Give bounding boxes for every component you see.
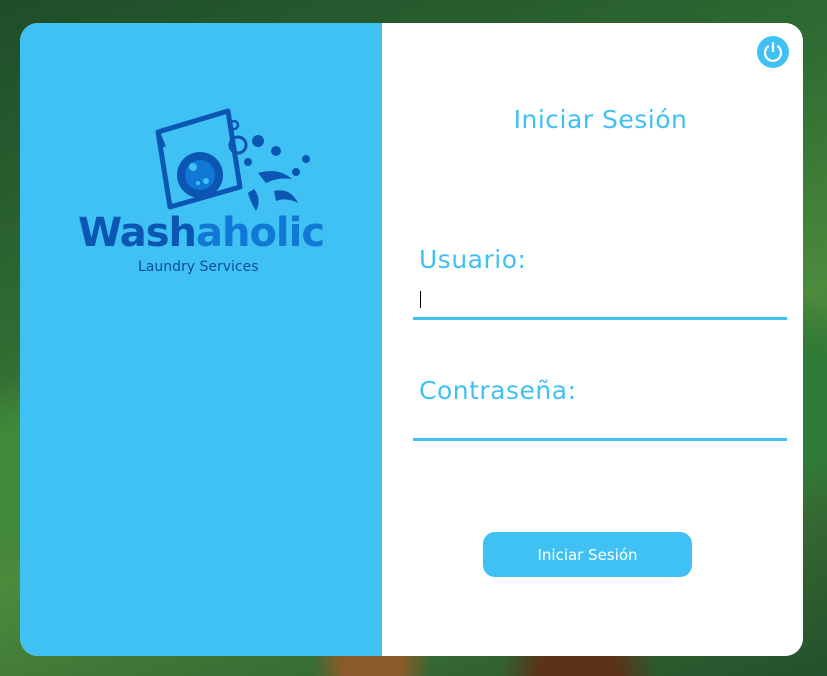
username-input[interactable] [413,287,787,320]
login-button[interactable]: Iniciar Sesión [483,532,692,577]
power-icon [763,41,783,62]
page-title: Iniciar Sesión [513,105,688,134]
brand-tagline: Laundry Services [138,259,259,275]
washing-machine-logo-icon [155,108,310,211]
page-title-wrap: Iniciar Sesión [382,105,803,134]
password-label: Contraseña: [419,376,577,405]
power-button[interactable] [757,36,789,68]
brand-name-part2: aholic [195,210,325,256]
brand-wordmark: Washaholic [78,211,328,255]
brand-name-part1: Wash [78,210,197,256]
username-label: Usuario: [419,245,527,274]
password-input[interactable] [413,408,787,441]
login-form-panel: Iniciar Sesión Usuario: Contraseña: Inic… [382,23,803,656]
brand-panel: Washaholic Laundry Services [20,23,382,656]
brand-logo: Washaholic Laundry Services [78,107,328,282]
text-caret [420,291,421,308]
login-window: Washaholic Laundry Services Iniciar Sesi… [20,23,803,656]
